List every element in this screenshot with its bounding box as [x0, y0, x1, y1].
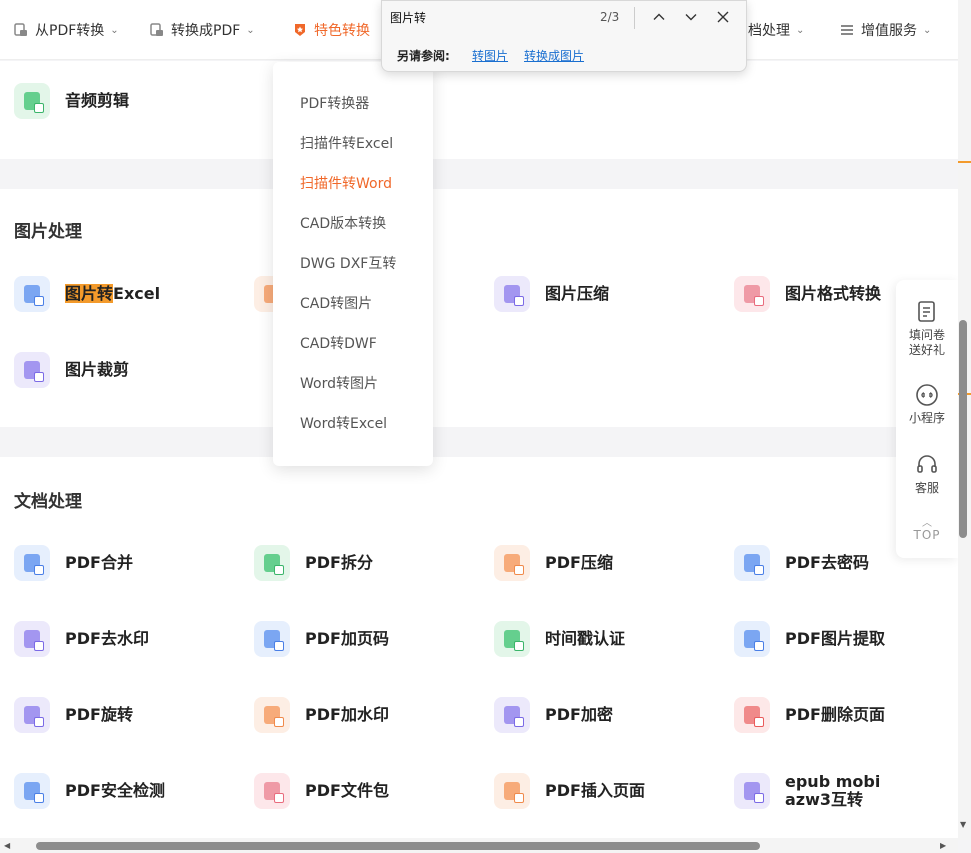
split-icon: [254, 545, 290, 581]
tool-pdf-encrypt[interactable]: PDF加密: [494, 697, 613, 733]
shield-icon: [14, 773, 50, 809]
scroll-right-arrow-icon[interactable]: ▶: [940, 841, 946, 850]
nav-special[interactable]: 特色转换: [293, 18, 370, 42]
see-also-label: 另请参阅:: [397, 49, 450, 63]
menu-icon: [840, 23, 854, 37]
chevron-up-icon[interactable]: [648, 6, 670, 28]
section-title: 文档处理: [14, 492, 82, 512]
dropdown-item[interactable]: CAD转图片: [300, 294, 372, 314]
tool-image-to-excel[interactable]: 图片转Excel: [14, 276, 160, 312]
compress-icon: [494, 276, 530, 312]
tool-pdf-remove-password[interactable]: PDF去密码: [734, 545, 869, 581]
audio-edit-icon: [14, 83, 50, 119]
ebook-icon: [734, 773, 770, 809]
dropdown-item-active[interactable]: 扫描件转Word: [300, 174, 392, 194]
tool-image-format[interactable]: 图片格式转换: [734, 276, 881, 312]
survey-button[interactable]: 填问卷 送好礼: [896, 300, 958, 358]
chevron-down-icon: ⌄: [246, 24, 255, 36]
page-number-icon: [254, 621, 290, 657]
doc-section: 文档处理 PDF合并 PDF拆分 PDF压缩 PDF去密码 PDF去水印 PDF…: [0, 457, 958, 838]
tool-image-crop[interactable]: 图片裁剪: [14, 352, 129, 388]
tool-pdf-compress[interactable]: PDF压缩: [494, 545, 613, 581]
crop-icon: [14, 352, 50, 388]
star-shield-icon: [293, 23, 307, 37]
see-also-link[interactable]: 转换成图片: [524, 47, 584, 64]
scroll-down-arrow-icon[interactable]: ▼: [960, 820, 966, 829]
nav-to-pdf[interactable]: 转换成PDF ⌄: [150, 18, 255, 42]
watermark-icon: [14, 621, 50, 657]
close-icon[interactable]: [712, 6, 734, 28]
scroll-left-arrow-icon[interactable]: ◀: [4, 841, 10, 850]
search-marker: [958, 161, 971, 163]
customer-service-button[interactable]: 客服: [896, 453, 958, 496]
tool-pdf-merge[interactable]: PDF合并: [14, 545, 133, 581]
image-section: 图片处理 图片转Excel 图片压缩 图片格式转换 图片裁剪: [0, 189, 958, 427]
chevron-down-icon: ⌄: [110, 24, 119, 36]
right-float-panel: 填问卷 送好礼 小程序 客服 ︿ TOP: [896, 280, 958, 558]
tool-pdf-security-check[interactable]: PDF安全检测: [14, 773, 165, 809]
image-extract-icon: [734, 621, 770, 657]
find-count: 2/3: [600, 10, 620, 24]
nav-value-added[interactable]: 增值服务 ⌄: [840, 18, 931, 42]
chevron-down-icon: ⌄: [923, 24, 932, 36]
find-input[interactable]: 图片转: [390, 9, 426, 26]
rotate-icon: [14, 697, 50, 733]
merge-icon: [14, 545, 50, 581]
mini-program-icon: [915, 383, 939, 407]
vertical-scroll-thumb[interactable]: [959, 320, 967, 538]
document-icon: [150, 23, 164, 37]
tool-pdf-remove-watermark[interactable]: PDF去水印: [14, 621, 149, 657]
back-to-top-button[interactable]: ︿ TOP: [896, 518, 958, 543]
special-convert-dropdown: PDF转换器 扫描件转Excel 扫描件转Word CAD版本转换 DWG DX…: [273, 62, 433, 466]
image-excel-icon: [14, 276, 50, 312]
unlock-icon: [734, 545, 770, 581]
dropdown-item[interactable]: 扫描件转Excel: [300, 134, 393, 154]
dropdown-item[interactable]: DWG DXF互转: [300, 254, 396, 274]
tool-pdf-rotate[interactable]: PDF旋转: [14, 697, 133, 733]
image-format-icon: [734, 276, 770, 312]
tool-audio-edit[interactable]: 音频剪辑: [14, 83, 129, 119]
bag-icon: [254, 773, 290, 809]
tool-pdf-insert-page[interactable]: PDF插入页面: [494, 773, 645, 809]
section-title: 图片处理: [14, 222, 82, 242]
delete-page-icon: [734, 697, 770, 733]
insert-page-icon: [494, 773, 530, 809]
tool-pdf-delete-page[interactable]: PDF删除页面: [734, 697, 885, 733]
chevron-up-icon: ︿: [922, 518, 932, 529]
nav-from-pdf[interactable]: 从PDF转换 ⌄: [14, 18, 119, 42]
tool-pdf-image-extract[interactable]: PDF图片提取: [734, 621, 885, 657]
tool-pdf-add-watermark[interactable]: PDF加水印: [254, 697, 389, 733]
tool-image-compress[interactable]: 图片压缩: [494, 276, 609, 312]
document-icon: [14, 23, 28, 37]
compress-icon: [494, 545, 530, 581]
headset-icon: [915, 453, 939, 477]
find-bar: 图片转 2/3 另请参阅: 转图片 转换成图片: [381, 0, 747, 72]
lock-icon: [494, 697, 530, 733]
dropdown-item[interactable]: Word转图片: [300, 374, 378, 394]
audio-section: 音频剪辑: [0, 61, 958, 159]
tool-pdf-package[interactable]: PDF文件包: [254, 773, 389, 809]
tool-timestamp[interactable]: 时间戳认证: [494, 621, 625, 657]
survey-icon: [915, 300, 939, 324]
dropdown-item[interactable]: CAD转DWF: [300, 334, 377, 354]
dropdown-item[interactable]: CAD版本转换: [300, 214, 386, 234]
nav-doc-processing[interactable]: 档处理 ⌄: [748, 18, 804, 42]
chevron-down-icon: ⌄: [796, 24, 805, 36]
chevron-down-icon[interactable]: [680, 6, 702, 28]
watermark-icon: [254, 697, 290, 733]
see-also-link[interactable]: 转图片: [472, 47, 508, 64]
horizontal-scroll-thumb[interactable]: [36, 842, 760, 850]
tool-pdf-page-number[interactable]: PDF加页码: [254, 621, 389, 657]
dropdown-item[interactable]: PDF转换器: [300, 94, 369, 114]
search-highlight: 图片转: [65, 284, 114, 303]
tool-pdf-split[interactable]: PDF拆分: [254, 545, 373, 581]
clock-icon: [494, 621, 530, 657]
tool-epub-convert[interactable]: epub mobi azw3互转: [734, 773, 880, 809]
dropdown-item[interactable]: Word转Excel: [300, 414, 387, 434]
mini-program-button[interactable]: 小程序: [896, 383, 958, 426]
divider: [634, 7, 635, 29]
